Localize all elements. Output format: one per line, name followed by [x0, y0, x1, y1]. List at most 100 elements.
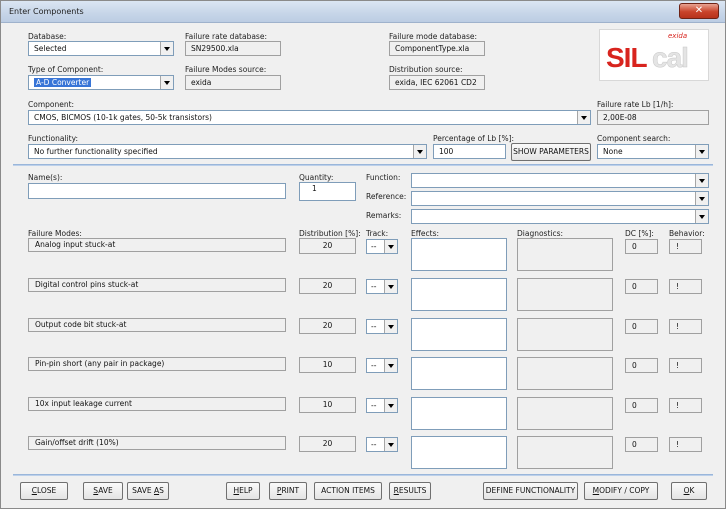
component-value: CMOS, BICMOS (10-1k gates, 50-5k transis… — [34, 113, 212, 122]
dc-value[interactable]: 0 — [625, 358, 658, 373]
behavior-value[interactable]: ! — [669, 358, 702, 373]
behavior-value[interactable]: ! — [669, 239, 702, 254]
effects-textbox[interactable] — [411, 278, 507, 311]
track-dropdown[interactable]: -- — [366, 398, 398, 413]
effects-textbox[interactable] — [411, 318, 507, 351]
show-parameters-button[interactable]: SHOW PARAMETERS — [511, 143, 591, 161]
behavior-value[interactable]: ! — [669, 437, 702, 452]
chevron-down-icon[interactable] — [413, 145, 426, 158]
track-dropdown[interactable]: -- — [366, 279, 398, 294]
dc-value[interactable]: 0 — [625, 437, 658, 452]
results-button[interactable]: RESULTS — [389, 482, 431, 500]
failure-mode-row: Analog input stuck-at — [28, 238, 286, 252]
dc-value[interactable]: 0 — [625, 398, 658, 413]
track-dropdown[interactable]: -- — [366, 358, 398, 373]
distribution-value[interactable]: 20 — [299, 278, 356, 294]
percentage-input[interactable]: 100 — [433, 144, 506, 159]
failure-mode-row: Pin-pin short (any pair in package) — [28, 357, 286, 371]
failure-rate-db-field: SN29500.xla — [185, 41, 281, 56]
fm-source-label: Failure Modes source: — [185, 65, 267, 74]
track-value: -- — [371, 361, 377, 370]
function-dropdown[interactable] — [411, 173, 709, 188]
failure-rate-label: Failure rate Lb [1/h]: — [597, 100, 674, 109]
print-button[interactable]: PRINT — [269, 482, 307, 500]
behavior-value[interactable]: ! — [669, 319, 702, 334]
distribution-value[interactable]: 10 — [299, 397, 356, 413]
chevron-down-icon[interactable] — [160, 42, 173, 55]
type-dropdown[interactable]: A-D Converter — [28, 75, 174, 90]
distribution-value[interactable]: 20 — [299, 238, 356, 254]
chevron-down-icon[interactable] — [384, 399, 397, 412]
chevron-down-icon[interactable] — [384, 359, 397, 372]
fm-source-field: exida — [185, 75, 281, 90]
save-button[interactable]: SAVE — [83, 482, 123, 500]
dist-source-label: Distribution source: — [389, 65, 463, 74]
distribution-value[interactable]: 20 — [299, 436, 356, 452]
component-label: Component: — [28, 100, 75, 109]
percentage-label: Percentage of Lb [%]: — [433, 134, 515, 143]
distribution-value[interactable]: 20 — [299, 318, 356, 334]
chevron-down-icon[interactable] — [384, 320, 397, 333]
action-items-button[interactable]: ACTION ITEMS — [314, 482, 382, 500]
modify-copy-button[interactable]: MODIFY / COPY — [584, 482, 658, 500]
dc-value[interactable]: 0 — [625, 319, 658, 334]
diagnostics-textbox — [517, 397, 613, 430]
track-dropdown[interactable]: -- — [366, 319, 398, 334]
track-dropdown[interactable]: -- — [366, 437, 398, 452]
define-functionality-button[interactable]: DEFINE FUNCTIONALITY — [483, 482, 578, 500]
chevron-down-icon[interactable] — [384, 240, 397, 253]
section-divider — [13, 474, 713, 476]
track-dropdown[interactable]: -- — [366, 239, 398, 254]
component-search-dropdown[interactable]: None — [597, 144, 709, 159]
window-close-button[interactable]: ✕ — [679, 3, 719, 19]
diagnostics-textbox — [517, 238, 613, 271]
track-value: -- — [371, 401, 377, 410]
chevron-down-icon[interactable] — [577, 111, 590, 124]
enter-components-window: Enter Components ✕ Database: Selected Fa… — [0, 0, 726, 509]
chevron-down-icon[interactable] — [695, 210, 708, 223]
quantity-input[interactable]: 1 — [299, 182, 356, 201]
chevron-down-icon[interactable] — [695, 192, 708, 205]
remarks-dropdown[interactable] — [411, 209, 709, 224]
failure-mode-db-label: Failure mode database: — [389, 32, 478, 41]
effects-header: Effects: — [411, 229, 440, 238]
effects-textbox[interactable] — [411, 357, 507, 390]
dc-value[interactable]: 0 — [625, 279, 658, 294]
chevron-down-icon[interactable] — [384, 438, 397, 451]
help-button[interactable]: HELP — [226, 482, 260, 500]
effects-textbox[interactable] — [411, 436, 507, 469]
reference-dropdown[interactable] — [411, 191, 709, 206]
names-input[interactable] — [28, 183, 286, 199]
functionality-value: No further functionality specified — [34, 147, 158, 156]
function-label: Function: — [366, 173, 401, 182]
chevron-down-icon[interactable] — [384, 280, 397, 293]
close-button[interactable]: CLOSE — [20, 482, 68, 500]
type-label: Type of Component: — [28, 65, 104, 74]
silcal-logo: exida SIL cal — [599, 29, 709, 81]
quantity-label: Quantity: — [299, 173, 334, 182]
chevron-down-icon[interactable] — [160, 76, 173, 89]
dc-value[interactable]: 0 — [625, 239, 658, 254]
distribution-value[interactable]: 10 — [299, 357, 356, 373]
ok-button[interactable]: OK — [671, 482, 707, 500]
behavior-header: Behavior: — [669, 229, 705, 238]
dist-source-field: exida, IEC 62061 CD2 — [389, 75, 485, 90]
component-dropdown[interactable]: CMOS, BICMOS (10-1k gates, 50-5k transis… — [28, 110, 591, 125]
save-as-button[interactable]: SAVE AS — [127, 482, 169, 500]
section-divider — [13, 164, 713, 166]
behavior-value[interactable]: ! — [669, 398, 702, 413]
chevron-down-icon[interactable] — [695, 174, 708, 187]
distribution-header: Distribution [%]: — [299, 229, 361, 238]
effects-textbox[interactable] — [411, 238, 507, 271]
behavior-value[interactable]: ! — [669, 279, 702, 294]
database-dropdown[interactable]: Selected — [28, 41, 174, 56]
diagnostics-textbox — [517, 357, 613, 390]
track-header: Track: — [366, 229, 389, 238]
names-label: Name(s): — [28, 173, 63, 182]
failure-rate-field: 2,00E-08 — [597, 110, 709, 125]
database-value: Selected — [34, 44, 67, 53]
effects-textbox[interactable] — [411, 397, 507, 430]
track-value: -- — [371, 282, 377, 291]
functionality-dropdown[interactable]: No further functionality specified — [28, 144, 427, 159]
chevron-down-icon[interactable] — [695, 145, 708, 158]
